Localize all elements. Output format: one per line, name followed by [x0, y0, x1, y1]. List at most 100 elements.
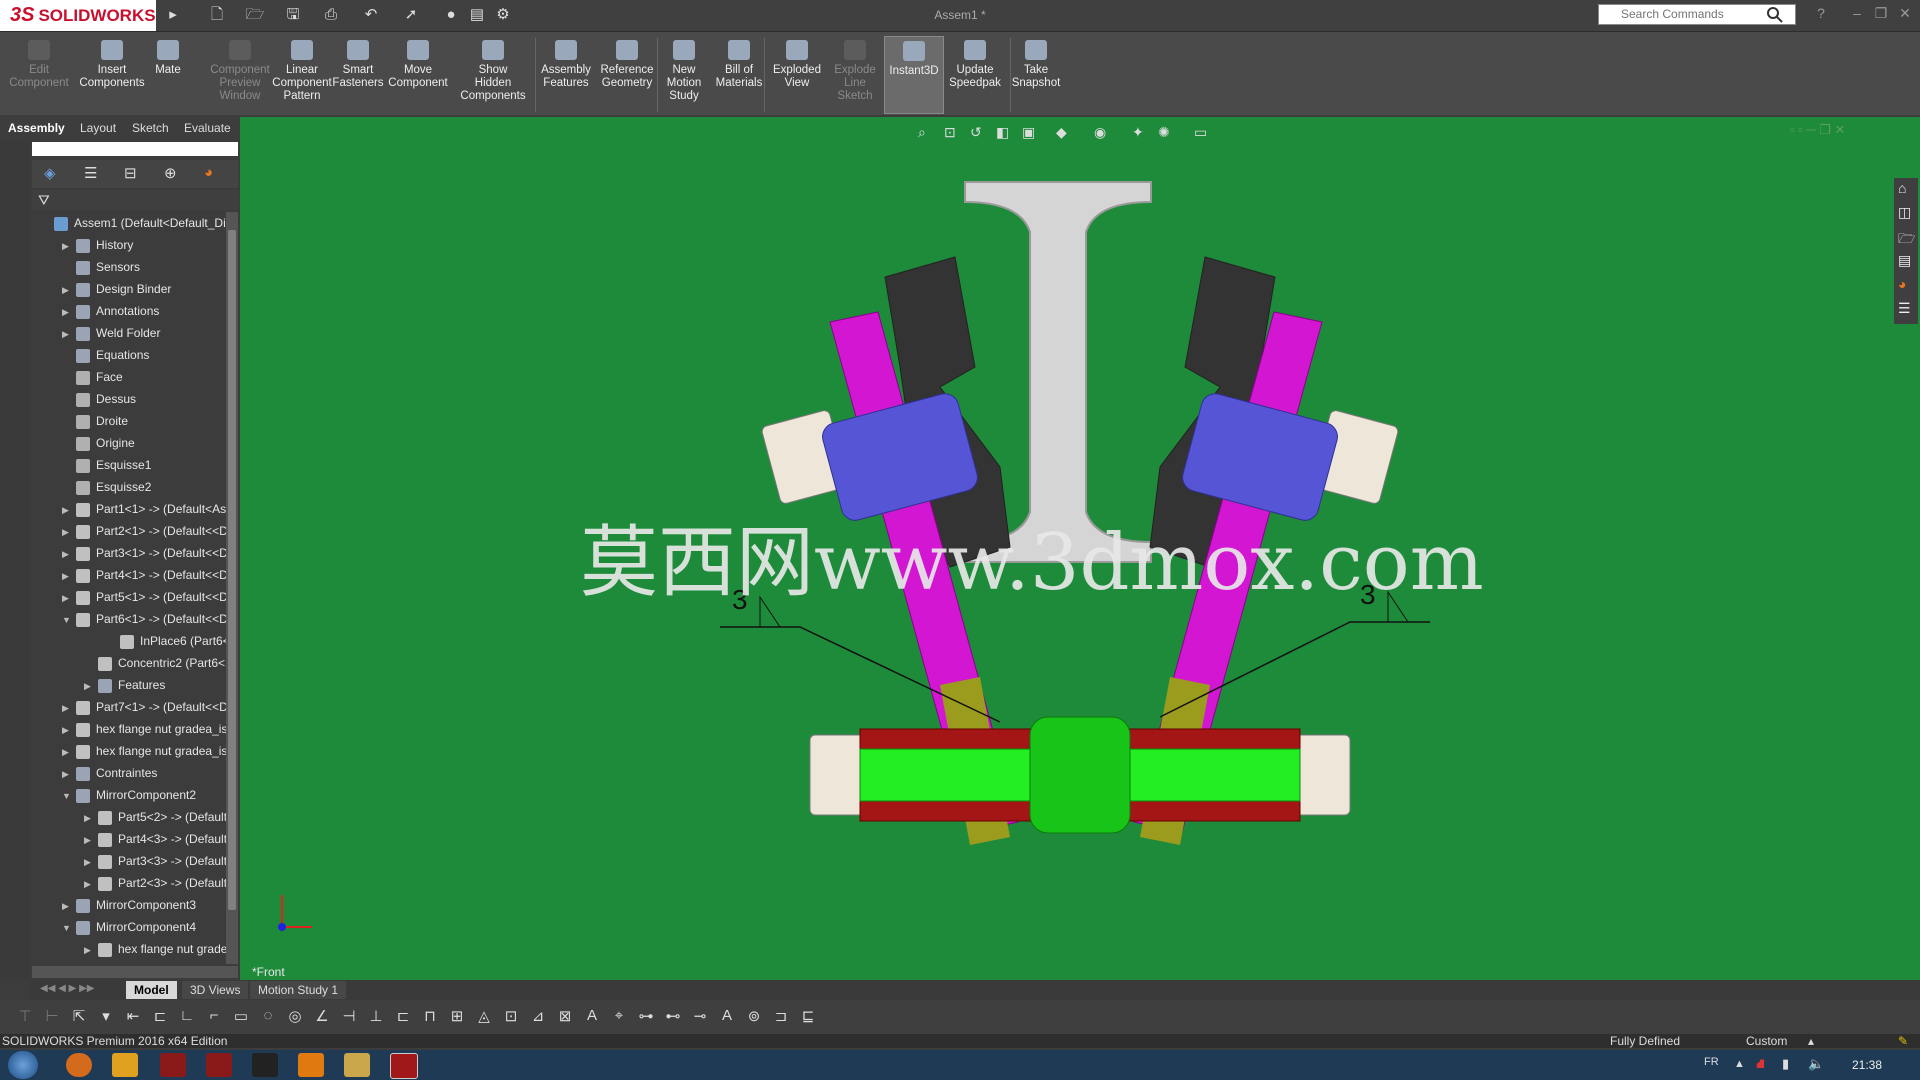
- ribbon-button-move-component[interactable]: Move Component: [385, 36, 451, 112]
- ribbon-button-component-preview-window[interactable]: Component Preview Window: [210, 36, 270, 112]
- hide-show-icon[interactable]: ◉: [1094, 124, 1106, 141]
- ribbon-button-edit-component[interactable]: Edit Component: [6, 36, 72, 112]
- tray-network-icon[interactable]: ⛘: [1756, 1056, 1765, 1074]
- display-manager-tab-icon[interactable]: ◕: [204, 164, 224, 184]
- tree-item[interactable]: ▶ Part5<1> -> (Default<<Def: [62, 586, 226, 608]
- sketch-tool-icon[interactable]: ⊣: [338, 1007, 360, 1025]
- tree-item[interactable]: ▶ Part1<1> -> (Default<As M: [62, 498, 226, 520]
- tree-item[interactable]: ▶ Weld Folder: [62, 322, 160, 344]
- tree-item[interactable]: Dessus: [62, 388, 136, 410]
- configuration-manager-tab-icon[interactable]: ⊟: [124, 164, 144, 184]
- tree-item[interactable]: ▼ MirrorComponent2: [62, 784, 196, 806]
- tab-assembly[interactable]: Assembly: [2, 119, 71, 137]
- tree-item[interactable]: ▶ Part4<1> -> (Default<<Def: [62, 564, 226, 586]
- tree-item[interactable]: Face: [62, 366, 123, 388]
- bottom-tab-model[interactable]: Model: [126, 981, 177, 999]
- sketch-tool-icon[interactable]: ▭: [230, 1007, 252, 1025]
- sketch-tool-icon[interactable]: ▾: [95, 1007, 117, 1025]
- tree-item[interactable]: Equations: [62, 344, 149, 366]
- home-icon[interactable]: ⌂: [1898, 180, 1906, 196]
- sketch-tool-icon[interactable]: ⊠: [554, 1007, 576, 1025]
- design-library-icon[interactable]: 🗁: [1898, 228, 1915, 252]
- tree-item[interactable]: Assem1 (Default<Default_Displ: [40, 212, 226, 234]
- expand-arrow-icon[interactable]: ▶: [62, 543, 74, 565]
- expand-arrow-icon[interactable]: ▶: [84, 675, 96, 697]
- display-style-icon[interactable]: ◆: [1056, 124, 1067, 141]
- tree-item[interactable]: ▶ Part4<3> -> (Default<: [84, 828, 226, 850]
- expand-arrow-icon[interactable]: ▶: [62, 565, 74, 587]
- sketch-tool-icon[interactable]: ⇱: [68, 1007, 90, 1025]
- sketch-tool-icon[interactable]: ⊏: [149, 1007, 171, 1025]
- ribbon-button-assembly-features[interactable]: Assembly Features: [538, 36, 594, 112]
- tree-item[interactable]: Origine: [62, 432, 135, 454]
- media-player-icon[interactable]: [112, 1053, 138, 1077]
- ribbon-button-smart-fasteners[interactable]: Smart Fasteners: [330, 36, 386, 112]
- sketch-tool-icon[interactable]: ⌖: [608, 1007, 630, 1024]
- sketch-tool-icon[interactable]: ◬: [473, 1007, 495, 1025]
- language-indicator[interactable]: FR: [1704, 1056, 1719, 1068]
- tray-volume-icon[interactable]: 🔈: [1808, 1056, 1824, 1072]
- restore-icon[interactable]: ❐: [1870, 5, 1892, 25]
- ribbon-button-reference-geometry[interactable]: Reference Geometry: [597, 36, 657, 112]
- expand-arrow-icon[interactable]: ▶: [62, 323, 74, 345]
- expand-arrow-icon[interactable]: ▶: [84, 873, 96, 895]
- start-button-icon[interactable]: [8, 1051, 38, 1079]
- expand-arrow-icon[interactable]: ▶: [62, 279, 74, 301]
- tree-item[interactable]: ▶ Part3<1> -> (Default<<Def: [62, 542, 226, 564]
- unit-dropdown-arrow-icon[interactable]: ▴: [1808, 1034, 1814, 1048]
- tree-item[interactable]: ▶ Part7<1> -> (Default<<Def: [62, 696, 226, 718]
- expand-arrow-icon[interactable]: ▶: [62, 741, 74, 763]
- firefox-icon[interactable]: [66, 1053, 92, 1077]
- expand-arrow-icon[interactable]: ▼: [62, 917, 74, 939]
- sketch-tool-icon[interactable]: A: [716, 1007, 738, 1024]
- tree-item[interactable]: InPlace6 (Part6<1>: [106, 630, 226, 652]
- file-explorer-taskbar-icon[interactable]: [344, 1053, 370, 1077]
- tree-item[interactable]: Droite: [62, 410, 128, 432]
- minimize-icon[interactable]: –: [1846, 5, 1868, 25]
- tab-navigation-arrows-icon[interactable]: ◀◀ ◀ ▶ ▶▶: [40, 983, 94, 994]
- sketch-tool-icon[interactable]: ⊷: [662, 1007, 684, 1025]
- tab-evaluate[interactable]: Evaluate: [178, 119, 237, 137]
- ribbon-button-new-motion-study[interactable]: New Motion Study: [662, 36, 706, 112]
- sketch-tool-icon[interactable]: ⊶: [635, 1007, 657, 1025]
- tree-item[interactable]: ▶ hex flange nut gradea_iso<: [62, 718, 226, 740]
- expand-arrow-icon[interactable]: ▶: [62, 499, 74, 521]
- sketch-tool-icon[interactable]: ◌: [257, 1007, 279, 1024]
- apply-scene-icon[interactable]: ✺: [1158, 124, 1170, 141]
- tree-item[interactable]: Esquisse2: [62, 476, 151, 498]
- expand-arrow-icon[interactable]: ▶: [62, 719, 74, 741]
- bottom-tab-3d-views[interactable]: 3D Views: [182, 981, 249, 999]
- tree-item[interactable]: ▶ Annotations: [62, 300, 159, 322]
- expand-arrow-icon[interactable]: ▶: [84, 851, 96, 873]
- sketch-tool-icon[interactable]: ⊡: [500, 1007, 522, 1025]
- appearances-icon[interactable]: ◕: [1898, 276, 1906, 292]
- tree-item[interactable]: Esquisse1: [62, 454, 151, 476]
- sketch-tool-icon[interactable]: ⊓: [419, 1007, 441, 1025]
- sketch-tool-icon[interactable]: ⊢: [41, 1007, 63, 1025]
- feature-tree-tab-icon[interactable]: ◈: [44, 164, 64, 184]
- tree-item[interactable]: ▶ hex flange nut gradea_iso<: [62, 740, 226, 762]
- sketch-tool-icon[interactable]: ⊑: [797, 1007, 819, 1025]
- solidworks-2016b-icon[interactable]: [206, 1053, 232, 1077]
- expand-arrow-icon[interactable]: ▶: [62, 587, 74, 609]
- expand-arrow-icon[interactable]: ▶: [62, 763, 74, 785]
- resources-icon[interactable]: ◫: [1898, 204, 1911, 221]
- tree-filter-bar[interactable]: ⛛: [32, 190, 238, 210]
- close-icon[interactable]: ✕: [1894, 5, 1916, 25]
- expand-arrow-icon[interactable]: ▶: [84, 829, 96, 851]
- sketch-tool-icon[interactable]: ∠: [311, 1007, 333, 1025]
- help-icon[interactable]: ?: [1810, 5, 1832, 25]
- tray-power-icon[interactable]: ▮: [1782, 1056, 1789, 1072]
- solidworks-active-icon[interactable]: [390, 1053, 418, 1079]
- custom-properties-icon[interactable]: ☰: [1898, 300, 1911, 317]
- viewport-window-controls[interactable]: ▫ ▫ ─ ❐ ✕: [1790, 122, 1845, 138]
- bottom-tab-motion-study-1[interactable]: Motion Study 1: [250, 981, 347, 999]
- expand-arrow-icon[interactable]: ▶: [62, 697, 74, 719]
- tray-arrow-icon[interactable]: ▲: [1734, 1058, 1745, 1070]
- edit-appearance-icon[interactable]: ✦: [1132, 124, 1144, 141]
- sketch-tool-icon[interactable]: ⌐: [203, 1007, 225, 1024]
- expand-arrow-icon[interactable]: ▶: [84, 939, 96, 961]
- tree-item[interactable]: ▶ Part2<1> -> (Default<<Def: [62, 520, 226, 542]
- sketch-tool-icon[interactable]: ◎: [284, 1007, 306, 1025]
- tab-layout[interactable]: Layout: [74, 119, 122, 137]
